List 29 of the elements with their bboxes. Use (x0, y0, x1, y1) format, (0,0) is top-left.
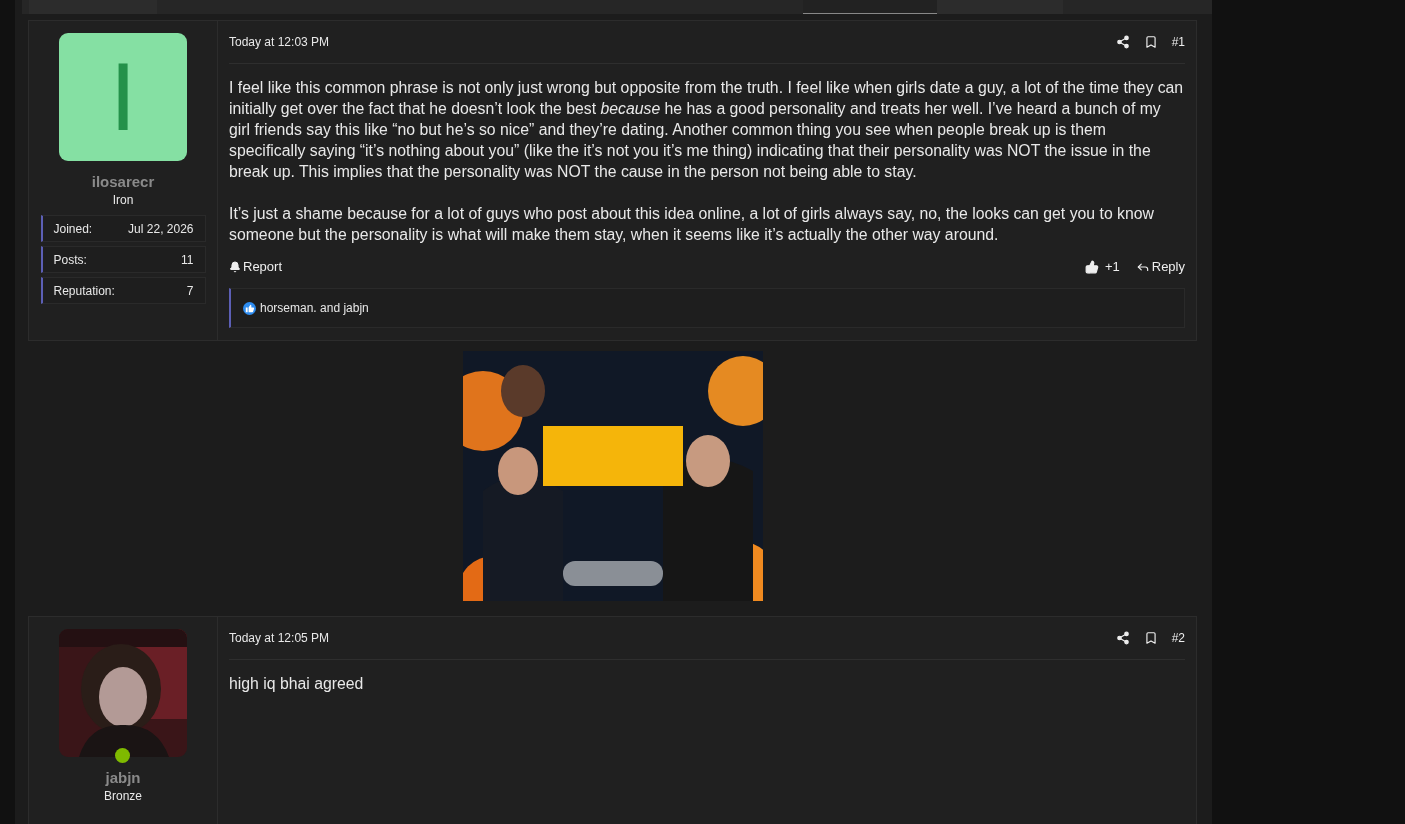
stat-value: 7 (186, 283, 194, 298)
like-icon (243, 301, 256, 315)
post-paragraph: I feel like this common phrase is not only just wrong but opposite from the truth. I feel like when girls date a guy, a lot of the time they can initially get over the fact that he doesn’t look the best because he has a good personality and treats her well. I’ve heard a bunch of my girl friends say this like “no but he’s so nice” and they’re dating. Another common thing you see when people break up is them specifically saying “it’s nothing about you” (like the it’s not you it’s me thing) indicating that their personality was NOT the issue in the break up. This implies that the personality was NOT the cause in the person not being able to stay. (229, 78, 1185, 182)
user-rank: Iron (112, 193, 134, 207)
bell-icon (229, 260, 241, 273)
stat-value: 11 (181, 252, 194, 267)
share-icon[interactable] (1115, 631, 1130, 645)
post-number-link[interactable]: #1 (1171, 35, 1185, 49)
reply-link[interactable]: Reply (1135, 259, 1185, 274)
reactions-text[interactable]: horseman. and jabjn (260, 301, 369, 315)
stat-value: Jul 22, 2026 (128, 221, 194, 236)
bookmark-icon[interactable] (1143, 35, 1158, 49)
post-paragraph: high iq bhai agreed (229, 674, 365, 694)
thumbs-up-icon (1085, 259, 1100, 274)
stat-label: Reputation: (53, 283, 115, 298)
post-date: Today at 12:03 PM (229, 35, 331, 49)
post-date: Today at 12:05 PM (229, 631, 331, 645)
like-button[interactable]: +1 (1085, 259, 1120, 274)
bookmark-icon[interactable] (1143, 631, 1158, 645)
user-rank: Bronze (104, 789, 142, 803)
username[interactable]: ilosarecr (91, 173, 155, 190)
stat-label: Posts: (53, 252, 87, 267)
stat-label: Joined: (53, 221, 93, 236)
post-number-link[interactable]: #2 (1171, 631, 1185, 645)
nav-tab[interactable] (803, 0, 937, 14)
post-paragraph: It’s just a shame because for a lot of guys who post about this idea online, a lot of girls always say, no, the looks can get you to know someone but the personality is what will make them stay, when it seems like it’s actually the other way around. (229, 204, 1155, 245)
username[interactable]: jabjn (105, 769, 141, 786)
report-link[interactable]: Report (229, 259, 283, 274)
share-icon[interactable] (1115, 35, 1130, 49)
